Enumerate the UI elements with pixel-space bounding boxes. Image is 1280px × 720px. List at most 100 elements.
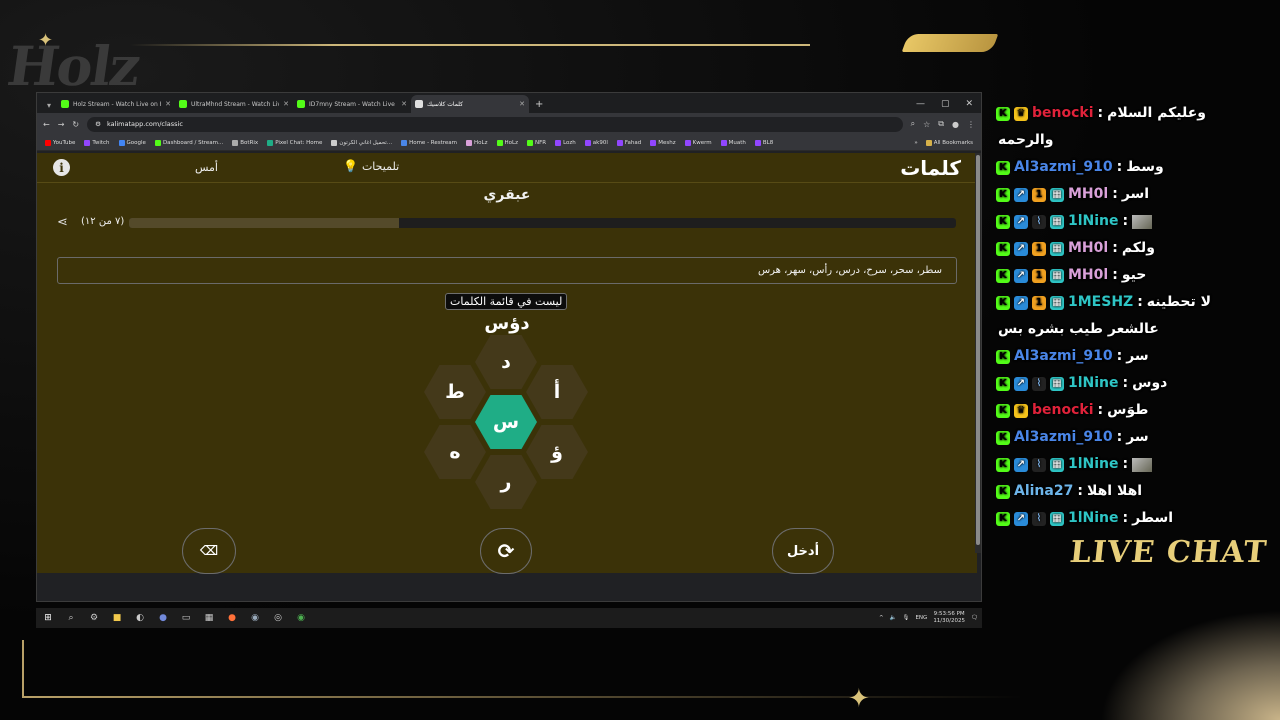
chat-username[interactable]: 1MESHZ	[1068, 289, 1133, 316]
hex-bottom-left[interactable]: ه	[424, 425, 486, 479]
bookmark-item[interactable]: Lozh	[555, 139, 576, 146]
bookmark-star-icon[interactable]: ☆	[923, 120, 930, 129]
chat-username[interactable]: 1lNine	[1068, 370, 1119, 397]
mic-icon[interactable]: 🎙	[902, 615, 909, 621]
delete-button[interactable]: ⌫	[182, 528, 236, 574]
hints-button[interactable]: 💡 تلميحات	[343, 159, 399, 173]
windows-start-icon[interactable]: ⊞	[40, 610, 56, 626]
tab-close-icon[interactable]: ✕	[401, 100, 407, 108]
enter-button[interactable]: أدخل	[772, 528, 834, 574]
chat-username[interactable]: Alina27	[1014, 478, 1073, 505]
chat-username[interactable]: benocki	[1032, 397, 1094, 424]
shuffle-button[interactable]: ⟳	[480, 528, 532, 574]
browser-tab[interactable]: Holz Stream - Watch Live on Ki ✕	[57, 95, 175, 113]
language-indicator[interactable]: ENG	[915, 615, 927, 621]
bookmark-item[interactable]: BL8	[754, 139, 773, 146]
menu-icon[interactable]: ⋮	[967, 120, 975, 129]
bookmark-item[interactable]: Twitch	[84, 139, 110, 146]
bookmark-item[interactable]: Fahad	[616, 139, 642, 146]
search-icon[interactable]: ⌕	[63, 610, 79, 626]
share-icon[interactable]: ⋖	[57, 215, 68, 230]
tab-close-icon[interactable]: ✕	[165, 100, 171, 108]
overlay-frame-bottom	[22, 696, 1022, 698]
bookmark-item[interactable]: HoLz	[466, 139, 488, 146]
chat-username[interactable]: benocki	[1032, 100, 1094, 127]
chat-username[interactable]: 1lNine	[1068, 451, 1119, 478]
hex-center[interactable]: س	[475, 395, 537, 449]
zoom-icon[interactable]: ⌕	[911, 119, 915, 129]
bookmark-favicon-icon	[267, 139, 274, 146]
profile-icon[interactable]: ●	[952, 120, 959, 129]
new-tab-icon[interactable]: +	[529, 95, 549, 113]
settings-icon[interactable]: ⚙	[86, 610, 102, 626]
hex-top[interactable]: د	[475, 335, 537, 389]
subscriber-badge-icon: ↗	[1014, 457, 1028, 472]
bookmark-label: BotRix	[240, 139, 259, 146]
chat-username[interactable]: 1lNine	[1068, 208, 1119, 235]
scrollbar[interactable]	[975, 153, 981, 553]
info-icon[interactable]: i	[53, 159, 70, 176]
site-info-icon[interactable]: ⚙	[95, 120, 101, 128]
steam-icon[interactable]: ◉	[247, 610, 263, 626]
reload-icon[interactable]: ↻	[72, 120, 79, 129]
tab-list-icon[interactable]: ▾	[41, 97, 57, 113]
chat-username[interactable]: Al3azmi_910	[1014, 154, 1113, 181]
bookmark-label: Fahad	[624, 139, 642, 146]
bookmark-item[interactable]: BotRix	[232, 139, 259, 146]
clock[interactable]: 9:53:56 PM 11/30/2025	[933, 611, 965, 625]
browser-tab[interactable]: كلمات كلاسيك ✕	[411, 95, 529, 113]
obs-icon[interactable]: ◎	[270, 610, 286, 626]
speaker-icon[interactable]: 🔈	[890, 615, 897, 621]
scrollbar-thumb[interactable]	[976, 155, 980, 545]
browser-tab[interactable]: ID7mny Stream - Watch Live on ✕	[293, 95, 411, 113]
chat-username[interactable]: Al3azmi_910	[1014, 424, 1113, 451]
keyboard-icon[interactable]: ▭	[178, 610, 194, 626]
bookmark-item[interactable]: Meshz	[650, 139, 676, 146]
hex-bottom-right[interactable]: ؤ	[526, 425, 588, 479]
chat-username[interactable]: MH0l	[1068, 235, 1108, 262]
forward-icon[interactable]: →	[58, 120, 65, 129]
chat-username[interactable]: 1lNine	[1068, 505, 1119, 532]
discord-icon[interactable]: ●	[155, 610, 171, 626]
hex-top-right[interactable]: أ	[526, 365, 588, 419]
bookmark-favicon-icon	[45, 139, 51, 146]
minimize-icon[interactable]: —	[916, 99, 925, 109]
url-input[interactable]: ⚙ kalimatapp.com/classic	[87, 116, 903, 132]
firefox-icon[interactable]: ●	[224, 610, 240, 626]
browser-tab[interactable]: UltraMhnd Stream - Watch Live ✕	[175, 95, 293, 113]
bookmark-item[interactable]: Muath	[720, 139, 746, 146]
bookmark-item[interactable]: HoLz	[496, 139, 518, 146]
tab-close-icon[interactable]: ✕	[519, 100, 525, 108]
maximize-icon[interactable]: ▢	[941, 99, 950, 109]
chat-username[interactable]: MH0l	[1068, 262, 1108, 289]
bookmark-item[interactable]: Home - Restream	[401, 139, 457, 146]
stream-overlay: Holz ✦ ✦ ▾ Holz Stream - Watch Live on K…	[0, 0, 1280, 720]
notifications-icon[interactable]: 🗨	[971, 615, 978, 621]
chat-username[interactable]: MH0l	[1068, 181, 1108, 208]
found-words-box[interactable]: سطر، سحر، سرح، درس، رأس، سهر، هرس	[57, 257, 957, 284]
hex-bottom[interactable]: ر	[475, 455, 537, 509]
file-explorer-icon[interactable]: ■	[109, 610, 125, 626]
bookmark-item[interactable]: Google	[118, 139, 146, 146]
bookmark-item[interactable]: YouTube	[45, 139, 75, 146]
bookmark-item[interactable]: Pixel Chat: Home	[267, 139, 322, 146]
bookmark-item[interactable]: ak90l	[584, 139, 608, 146]
tab-close-icon[interactable]: ✕	[283, 100, 289, 108]
bookmark-item[interactable]: Dashboard / Stream...	[154, 139, 223, 146]
tray-chevron-icon[interactable]: ^	[879, 615, 884, 621]
app-logo[interactable]: كلمات	[900, 156, 961, 180]
close-icon[interactable]: ✕	[965, 99, 973, 109]
more-bookmarks-icon[interactable]: »	[914, 140, 917, 146]
bookmark-item[interactable]: Kwerm	[684, 139, 712, 146]
hex-top-left[interactable]: ط	[424, 365, 486, 419]
yesterday-button[interactable]: أمس	[195, 161, 218, 174]
bookmark-item[interactable]: NFR	[526, 139, 546, 146]
all-bookmarks-link[interactable]: All Bookmarks	[925, 139, 973, 146]
back-icon[interactable]: ←	[43, 120, 50, 129]
extensions-icon[interactable]: ⧉	[938, 119, 944, 129]
task-manager-icon[interactable]: ▦	[201, 610, 217, 626]
app-icon[interactable]: ◐	[132, 610, 148, 626]
chat-username[interactable]: Al3azmi_910	[1014, 343, 1113, 370]
chrome-icon[interactable]: ◉	[293, 610, 309, 626]
bookmark-item[interactable]: تحميل اغاني الكرتون...	[331, 139, 392, 146]
